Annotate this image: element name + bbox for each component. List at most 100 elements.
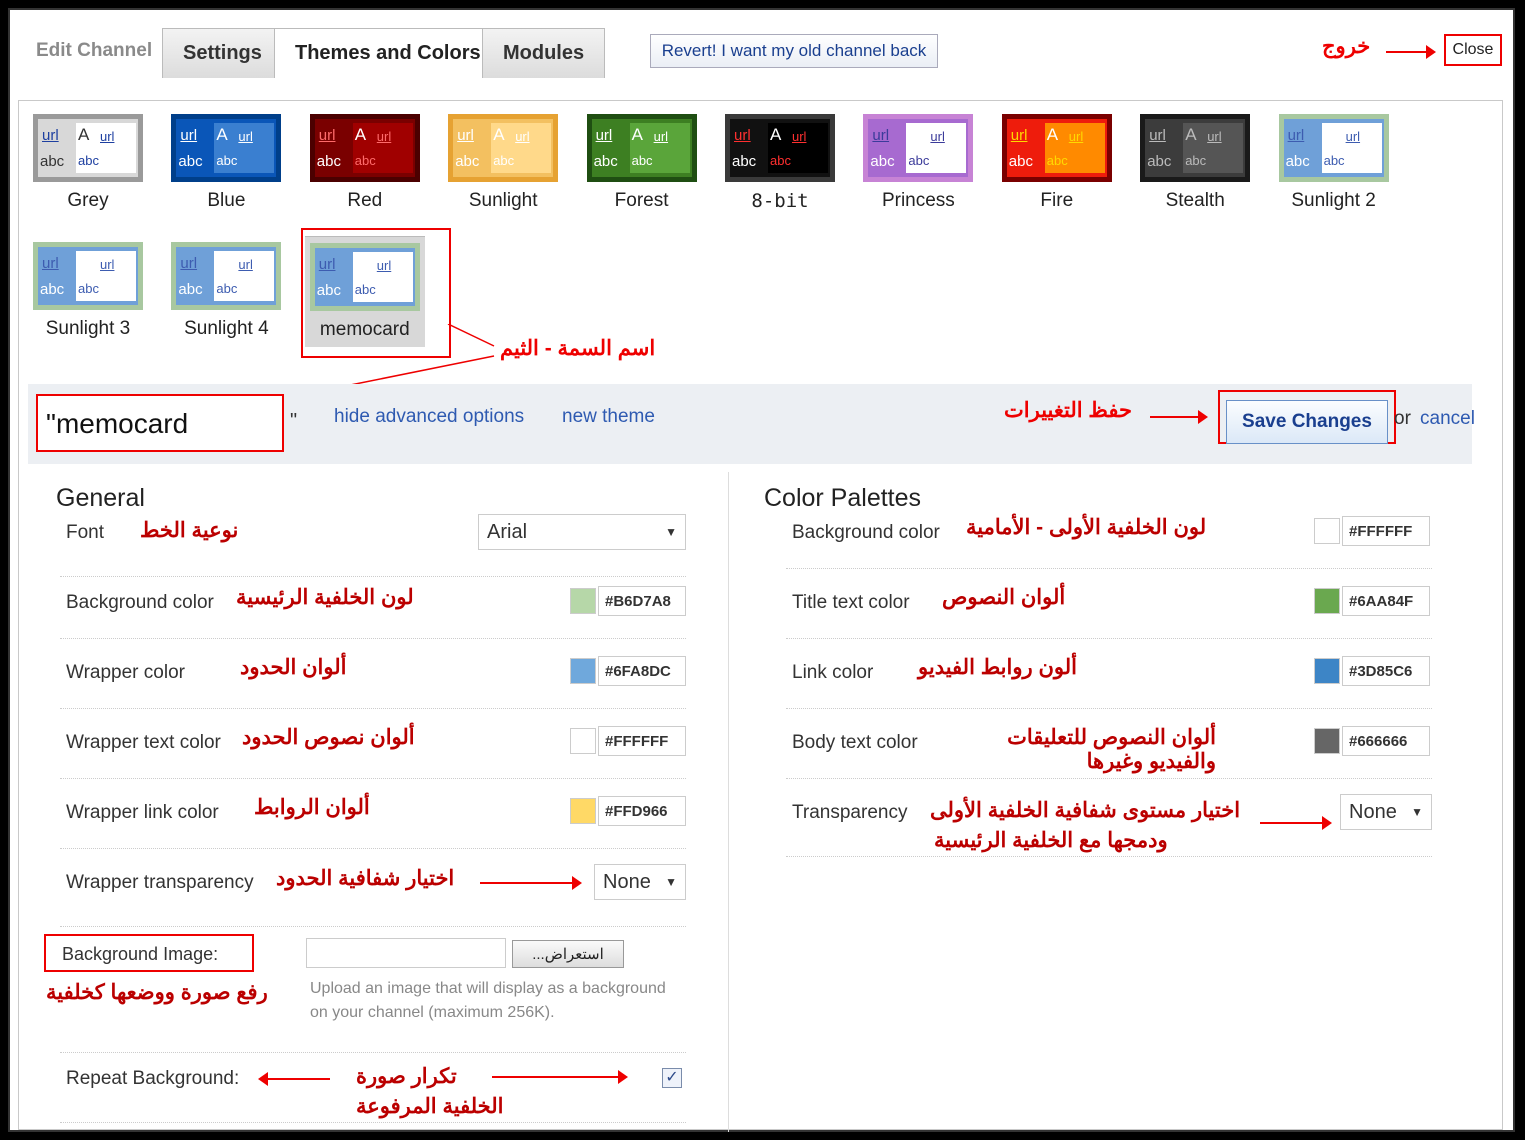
transparency-annotation-line-1: اختيار مستوى شفافية الخلفية الأولى (930, 799, 1241, 822)
theme-name-label: Grey (67, 190, 109, 211)
palette-body-text-color-hex-input[interactable]: #666666 (1342, 726, 1430, 756)
swatch-sample-text: abc (908, 153, 930, 168)
wrapper-transparency-select[interactable]: None ▼ (594, 864, 686, 900)
general-background-color-color-swatch[interactable] (570, 588, 596, 614)
swatch-sample-text: abc (78, 153, 99, 168)
theme-option-sunlight-3[interactable]: url Aurl abc abc Sunlight 3 (28, 242, 148, 340)
row-divider (60, 848, 686, 849)
row-divider (60, 1122, 686, 1123)
swatch-sample-text: url (1345, 129, 1361, 144)
theme-option-princess[interactable]: url Aurl abc abc Princess (858, 114, 978, 212)
palette-title-text-color-hex-input[interactable]: #6AA84F (1342, 586, 1430, 616)
background-image-file-input[interactable] (306, 938, 506, 968)
chevron-down-icon: ▼ (665, 875, 677, 889)
palette-background-color-color-swatch[interactable] (1314, 518, 1340, 544)
theme-name-input[interactable]: "memocard (36, 394, 284, 452)
swatch-sample-text: abc (216, 153, 238, 168)
theme-option-sunlight-4[interactable]: url Aurl abc abc Sunlight 4 (166, 242, 286, 340)
theme-name-label: Red (347, 190, 383, 211)
swatch-sample-text: A (1046, 125, 1059, 144)
cancel-link[interactable]: cancel (1420, 408, 1475, 430)
swatch-sample-text: url (318, 127, 336, 144)
palette-link-color-hex-input[interactable]: #3D85C6 (1342, 656, 1430, 686)
upload-help-line-2: on your channel (maximum 256K). (310, 1004, 555, 1021)
font-annotation: نوعية الخط (140, 519, 239, 542)
theme-option-stealth[interactable]: url Aurl abc abc Stealth (1135, 114, 1255, 212)
swatch-sample-text: abc (316, 153, 341, 170)
save-annotation: حفظ التغييرات (1004, 399, 1132, 422)
palette-title-text-color-label: Title text color (792, 592, 910, 613)
swatch-sample-text: url (1010, 127, 1028, 144)
transparency-select[interactable]: None ▼ (1340, 794, 1432, 830)
general-wrapper-link-color-hex-input[interactable]: #FFD966 (598, 796, 686, 826)
tab-modules[interactable]: Modules (482, 28, 606, 78)
theme-option-fire[interactable]: url Aurl abc abc Fire (997, 114, 1117, 212)
swatch-sample-text: abc (1185, 153, 1207, 168)
tab-settings[interactable]: Settings (162, 28, 283, 78)
row-divider (60, 778, 686, 779)
general-wrapper-text-color-hex-input[interactable]: #FFFFFF (598, 726, 686, 756)
arrow-icon (1386, 45, 1436, 59)
swatch-sample-text: url (515, 129, 530, 144)
theme-name-label: Sunlight 3 (45, 318, 131, 339)
general-wrapper-color-hex-input[interactable]: #6FA8DC (598, 656, 686, 686)
swatch-sample-text: abc (178, 281, 203, 298)
swatch-sample-text: A (78, 253, 90, 272)
row-divider (60, 576, 686, 577)
repeat-background-checkbox[interactable]: ✓ (662, 1068, 682, 1088)
row-divider (60, 1052, 686, 1053)
theme-option-forest[interactable]: url Aurl abc abc Forest (582, 114, 702, 212)
row-divider (786, 708, 1432, 709)
theme-swatch: url Aurl abc abc (33, 114, 143, 182)
swatch-sample-text: url (457, 127, 474, 144)
row-divider (60, 708, 686, 709)
swatch-sample-text: abc (78, 281, 99, 296)
tab-themes-and-colors[interactable]: Themes and Colors (274, 28, 502, 78)
general-wrapper-link-color-label: Wrapper link color (66, 802, 219, 823)
row-divider (786, 638, 1432, 639)
palette-background-color-hex-input[interactable]: #FFFFFF (1342, 516, 1430, 546)
swatch-sample-text: abc (40, 153, 65, 170)
new-theme-link[interactable]: new theme (562, 406, 655, 428)
swatch-sample-text: url (930, 129, 945, 144)
wrapper-transparency-label: Wrapper transparency (66, 872, 254, 893)
hide-advanced-options-link[interactable]: hide advanced options (334, 406, 524, 428)
theme-option-sunlight[interactable]: url Aurl abc abc Sunlight (443, 114, 563, 212)
theme-option-red[interactable]: url Aurl abc abc Red (305, 114, 425, 212)
general-wrapper-color-color-swatch[interactable] (570, 658, 596, 684)
browse-button[interactable]: ...استعراض (512, 940, 624, 968)
swatch-sample-text: abc (1285, 153, 1310, 170)
arrow-icon (1150, 410, 1208, 424)
swatch-sample-text: abc (1008, 153, 1033, 170)
palette-body-text-color-color-swatch[interactable] (1314, 728, 1340, 754)
font-select[interactable]: Arial ▼ (478, 514, 686, 550)
general-wrapper-text-color-color-swatch[interactable] (570, 728, 596, 754)
swatch-sample-text: abc (455, 153, 480, 170)
edit-channel-label: Edit Channel (36, 40, 153, 61)
theme-swatch: url Aurl abc abc (309, 114, 420, 182)
arrow-icon (480, 876, 582, 890)
palette-link-color-color-swatch[interactable] (1314, 658, 1340, 684)
theme-option-blue[interactable]: url Aurl abc abc Blue (166, 114, 286, 212)
row-divider (786, 568, 1432, 569)
close-button[interactable]: Close (1444, 34, 1502, 66)
transparency-annotation-line-2: ودمجها مع الخلفية الرئيسية (934, 829, 1168, 852)
theme-name-label: Sunlight (468, 190, 538, 211)
or-text: or (1394, 408, 1411, 429)
theme-option-8-bit[interactable]: url Aurl abc abc 8-bit (720, 114, 840, 212)
swatch-sample-text: A (908, 125, 920, 144)
swatch-sample-text: abc (770, 153, 791, 168)
general-wrapper-color-label: Wrapper color (66, 662, 185, 683)
general-background-color-hex-input[interactable]: #B6D7A8 (598, 586, 686, 616)
save-changes-button[interactable]: Save Changes (1226, 400, 1388, 444)
palette-title-text-color-color-swatch[interactable] (1314, 588, 1340, 614)
revert-button[interactable]: Revert! I want my old channel back (650, 34, 938, 68)
theme-option-sunlight-2[interactable]: url Aurl abc abc Sunlight 2 (1274, 114, 1394, 212)
theme-swatch: url Aurl abc abc (863, 114, 974, 182)
theme-option-grey[interactable]: url Aurl abc abc Grey (28, 114, 148, 212)
general-wrapper-link-color-color-swatch[interactable] (570, 798, 596, 824)
color-palettes-title: Color Palettes (764, 484, 922, 512)
swatch-sample-text: url (100, 257, 115, 272)
swatch-sample-text: A (770, 125, 782, 144)
general-background-color-label: Background color (66, 592, 214, 613)
